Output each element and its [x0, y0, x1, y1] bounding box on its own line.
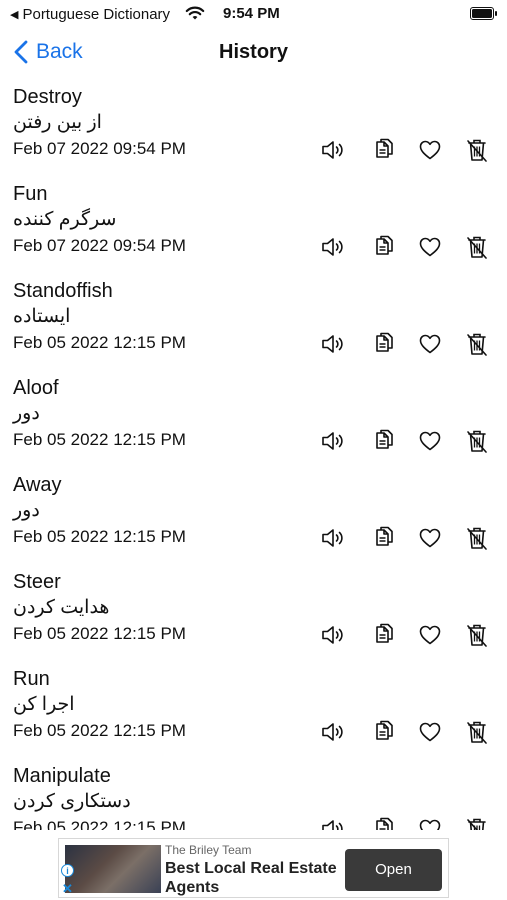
ad-banner[interactable]: i ✕ The Briley Team Best Local Real Esta…	[58, 838, 449, 898]
history-translation: سرگرم کننده	[13, 209, 117, 230]
speaker-icon[interactable]	[320, 525, 346, 551]
trash-icon[interactable]	[464, 719, 490, 745]
copy-icon[interactable]	[370, 719, 396, 745]
history-item[interactable]: Fun سرگرم کننده Feb 07 2022 09:54 PM	[0, 181, 507, 278]
speaker-icon[interactable]	[320, 816, 346, 830]
trash-icon[interactable]	[464, 428, 490, 454]
history-word: Away	[13, 474, 62, 496]
speaker-icon[interactable]	[320, 331, 346, 357]
history-date: Feb 05 2022 12:15 PM	[13, 527, 186, 546]
ad-image[interactable]	[65, 845, 161, 893]
history-item[interactable]: Aloof دور Feb 05 2022 12:15 PM	[0, 375, 507, 472]
row-actions	[320, 331, 490, 357]
history-word: Aloof	[13, 377, 59, 399]
ad-open-button[interactable]: Open	[345, 849, 442, 891]
heart-icon[interactable]	[417, 622, 443, 648]
wifi-icon	[185, 6, 205, 20]
history-list[interactable]: Destroy از بین رفتن Feb 07 2022 09:54 PM	[0, 84, 507, 830]
trash-icon[interactable]	[464, 816, 490, 830]
history-word: Run	[13, 668, 50, 690]
copy-icon[interactable]	[370, 622, 396, 648]
history-date: Feb 05 2022 12:15 PM	[13, 624, 186, 643]
speaker-icon[interactable]	[320, 622, 346, 648]
history-date: Feb 07 2022 09:54 PM	[13, 139, 186, 158]
row-actions	[320, 816, 490, 830]
ad-headline[interactable]: Best Local Real Estate Agents	[165, 859, 345, 897]
history-item[interactable]: Manipulate دستکاری کردن Feb 05 2022 12:1…	[0, 763, 507, 830]
heart-icon[interactable]	[417, 234, 443, 260]
speaker-icon[interactable]	[320, 428, 346, 454]
row-actions	[320, 428, 490, 454]
history-item[interactable]: Standoffish ایستاده Feb 05 2022 12:15 PM	[0, 278, 507, 375]
history-item[interactable]: Destroy از بین رفتن Feb 07 2022 09:54 PM	[0, 84, 507, 181]
history-item[interactable]: Steer هدایت کردن Feb 05 2022 12:15 PM	[0, 569, 507, 666]
speaker-icon[interactable]	[320, 719, 346, 745]
row-actions	[320, 137, 490, 163]
copy-icon[interactable]	[370, 234, 396, 260]
history-translation: اجرا کن	[13, 694, 75, 715]
trash-icon[interactable]	[464, 331, 490, 357]
copy-icon[interactable]	[370, 525, 396, 551]
history-translation: از بین رفتن	[13, 112, 102, 133]
copy-icon[interactable]	[370, 816, 396, 830]
trash-icon[interactable]	[464, 234, 490, 260]
speaker-icon[interactable]	[320, 137, 346, 163]
history-date: Feb 07 2022 09:54 PM	[13, 236, 186, 255]
trash-icon[interactable]	[464, 525, 490, 551]
ad-advertiser: The Briley Team	[165, 843, 252, 857]
history-translation: ایستاده	[13, 306, 71, 327]
row-actions	[320, 719, 490, 745]
heart-icon[interactable]	[417, 719, 443, 745]
row-actions	[320, 525, 490, 551]
history-word: Steer	[13, 571, 61, 593]
speaker-icon[interactable]	[320, 234, 346, 260]
history-translation: دور	[13, 500, 40, 521]
status-bar: ◀ Portuguese Dictionary 9:54 PM	[0, 0, 507, 28]
history-word: Manipulate	[13, 765, 111, 787]
history-item[interactable]: Away دور Feb 05 2022 12:15 PM	[0, 472, 507, 569]
history-word: Fun	[13, 183, 48, 205]
row-actions	[320, 622, 490, 648]
copy-icon[interactable]	[370, 331, 396, 357]
history-date: Feb 05 2022 12:15 PM	[13, 430, 186, 449]
back-triangle-icon: ◀	[10, 9, 19, 21]
ad-info-icon[interactable]: i	[61, 864, 74, 877]
battery-icon	[470, 7, 498, 20]
history-item[interactable]: Run اجرا کن Feb 05 2022 12:15 PM	[0, 666, 507, 763]
copy-icon[interactable]	[370, 428, 396, 454]
history-translation: هدایت کردن	[13, 597, 110, 618]
history-word: Standoffish	[13, 280, 113, 302]
ad-close-icon[interactable]: ✕	[62, 881, 73, 897]
history-date: Feb 05 2022 12:15 PM	[13, 721, 186, 740]
row-actions	[320, 234, 490, 260]
status-back-to-app[interactable]: ◀ Portuguese Dictionary	[10, 6, 170, 23]
history-date: Feb 05 2022 12:15 PM	[13, 333, 186, 352]
trash-icon[interactable]	[464, 137, 490, 163]
heart-icon[interactable]	[417, 137, 443, 163]
history-date: Feb 05 2022 12:15 PM	[13, 818, 186, 830]
copy-icon[interactable]	[370, 137, 396, 163]
trash-icon[interactable]	[464, 622, 490, 648]
heart-icon[interactable]	[417, 525, 443, 551]
page-title: History	[219, 41, 288, 63]
history-word: Destroy	[13, 86, 82, 108]
heart-icon[interactable]	[417, 331, 443, 357]
history-translation: دستکاری کردن	[13, 791, 131, 812]
status-time: 9:54 PM	[223, 5, 280, 22]
status-app-name: Portuguese Dictionary	[22, 6, 171, 23]
history-translation: دور	[13, 403, 40, 424]
nav-bar: Back History	[0, 30, 507, 74]
heart-icon[interactable]	[417, 816, 443, 830]
heart-icon[interactable]	[417, 428, 443, 454]
